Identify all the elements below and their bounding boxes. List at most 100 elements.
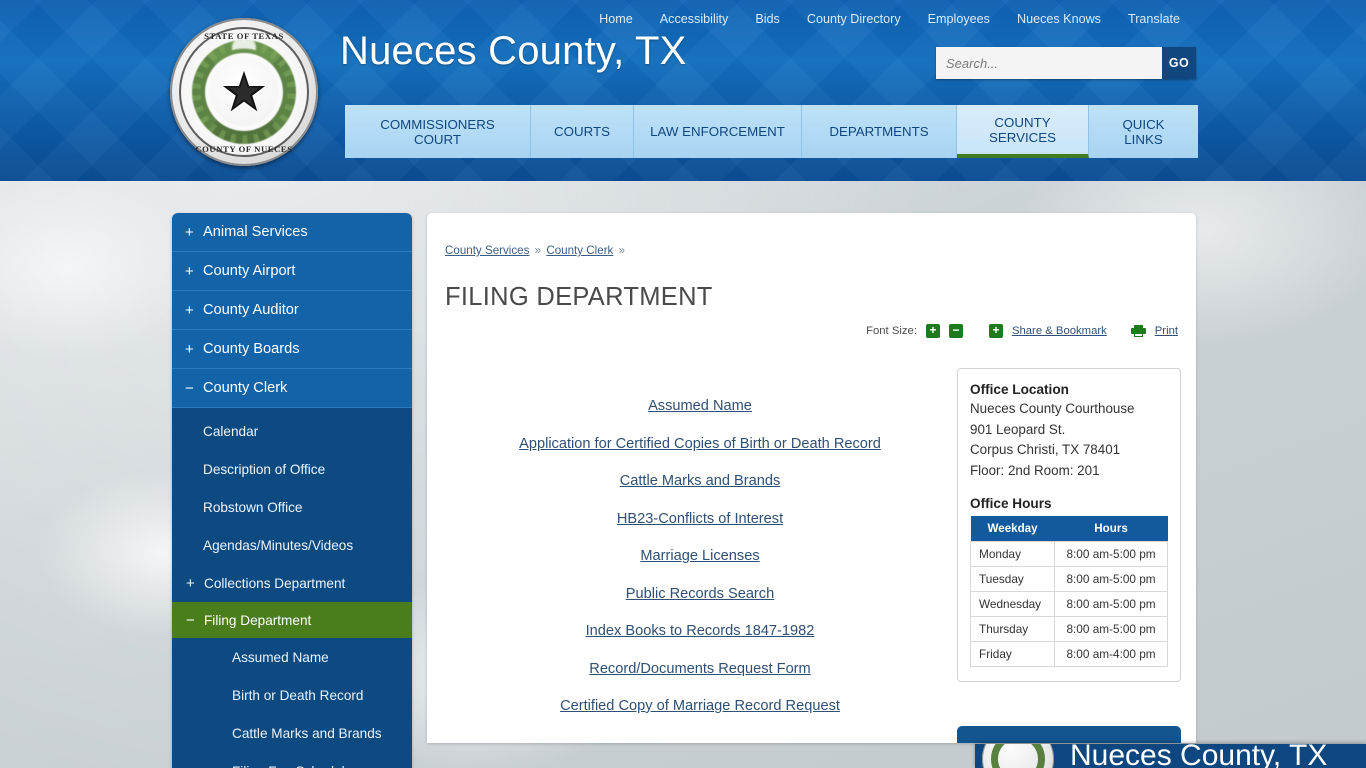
collapse-minus-icon: − <box>186 611 195 629</box>
collapse-minus-icon: − <box>185 379 194 397</box>
office-address-line-1: Nueces County Courthouse <box>970 401 1135 416</box>
top-nav-nueces-knows[interactable]: Nueces Knows <box>1017 12 1101 26</box>
nav-tab-quick-links[interactable]: QUICK LINKS <box>1089 105 1198 158</box>
top-utility-nav: Home Accessibility Bids County Directory… <box>599 12 1180 26</box>
column-header-hours: Hours <box>1054 516 1168 542</box>
sidebar-item-label: Robstown Office <box>203 499 303 515</box>
sidebar-item-animal-services[interactable]: + Animal Services <box>172 213 412 252</box>
cell-hours: 8:00 am-5:00 pm <box>1054 616 1168 642</box>
font-size-label: Font Size: <box>866 325 917 337</box>
link-cattle-marks-and-brands[interactable]: Cattle Marks and Brands <box>445 473 955 489</box>
nav-tab-courts[interactable]: COURTS <box>531 105 634 158</box>
sidebar-item-filing-fee-schedule[interactable]: Filing Fee Schedule <box>172 752 412 768</box>
top-nav-bids[interactable]: Bids <box>755 12 780 26</box>
column-header-weekday: Weekday <box>970 516 1055 542</box>
floating-bar-seal-icon: STATE OF TEXAS <box>982 744 1054 768</box>
sidebar-item-cattle-marks-and-brands[interactable]: Cattle Marks and Brands <box>172 714 412 752</box>
sidebar-item-label: County Airport <box>203 263 296 279</box>
sidebar-item-county-airport[interactable]: + County Airport <box>172 252 412 291</box>
breadcrumb-county-services[interactable]: County Services <box>445 244 529 257</box>
sidebar-item-description-of-office[interactable]: Description of Office <box>172 450 412 488</box>
county-seal-logo[interactable]: STATE OF TEXAS COUNTY OF NUECES <box>170 18 318 166</box>
cell-day: Monday <box>969 541 1056 567</box>
sidebar-item-label: Animal Services <box>203 224 308 240</box>
expand-plus-icon: + <box>185 340 194 358</box>
sidebar-item-label: Cattle Marks and Brands <box>232 725 382 741</box>
sidebar-item-county-clerk[interactable]: − County Clerk <box>172 369 412 408</box>
seal-bottom-text: COUNTY OF NUECES <box>195 144 293 154</box>
search-input[interactable] <box>936 47 1162 79</box>
search-go-button[interactable]: GO <box>1162 47 1196 79</box>
texas-star-icon <box>222 70 266 112</box>
office-location-heading: Office Location <box>970 382 1069 397</box>
table-row: Friday 8:00 am-4:00 pm <box>969 641 1168 667</box>
sidebar-item-label: Calendar <box>203 423 259 439</box>
cell-day: Thursday <box>969 616 1056 642</box>
link-certified-copy-marriage[interactable]: Certified Copy of Marriage Record Reques… <box>445 698 955 714</box>
main-navigation: COMMISSIONERS COURT COURTS LAW ENFORCEME… <box>345 105 1198 158</box>
cell-day: Friday <box>969 641 1056 667</box>
sidebar-item-birth-or-death-record[interactable]: Birth or Death Record <box>172 676 412 714</box>
link-assumed-name[interactable]: Assumed Name <box>445 398 955 414</box>
print-link[interactable]: Print <box>1155 325 1178 337</box>
main-content-panel: County Services » County Clerk » FILING … <box>427 213 1196 743</box>
breadcrumb: County Services » County Clerk » <box>445 244 627 257</box>
expand-plus-icon: + <box>185 262 194 280</box>
font-increase-icon[interactable]: + <box>925 324 940 338</box>
office-hours-heading: Office Hours <box>970 496 1052 511</box>
link-application-certified-copies[interactable]: Application for Certified Copies of Birt… <box>445 436 955 452</box>
link-index-books-to-records[interactable]: Index Books to Records 1847-1982 <box>445 623 955 639</box>
sidebar-item-robstown-office[interactable]: Robstown Office <box>172 488 412 526</box>
floating-seal-wreath <box>991 744 1045 768</box>
nav-tab-departments[interactable]: DEPARTMENTS <box>802 105 957 158</box>
sidebar-item-label: Description of Office <box>203 461 326 477</box>
site-title: Nueces County, TX <box>340 29 687 73</box>
breadcrumb-separator: » <box>618 244 626 257</box>
floating-site-bar[interactable]: STATE OF TEXAS Nueces County, TX <box>975 744 1366 768</box>
printer-icon[interactable] <box>1130 325 1146 337</box>
top-nav-home[interactable]: Home <box>599 12 633 26</box>
share-bookmark-link[interactable]: Share & Bookmark <box>1012 325 1107 337</box>
table-row: Wednesday 8:00 am-5:00 pm <box>969 591 1168 617</box>
nav-tab-law-enforcement[interactable]: LAW ENFORCEMENT <box>634 105 802 158</box>
sidebar-item-label: County Boards <box>203 341 300 357</box>
cell-day: Tuesday <box>969 566 1056 592</box>
page-tools-bar: Font Size: + − + Share & Bookmark Print <box>866 324 1178 338</box>
cell-hours: 8:00 am-5:00 pm <box>1054 566 1168 592</box>
top-nav-employees[interactable]: Employees <box>928 12 990 26</box>
link-hb23-conflicts-of-interest[interactable]: HB23-Conflicts of Interest <box>445 511 955 527</box>
sidebar-item-county-boards[interactable]: + County Boards <box>172 330 412 369</box>
sidebar-item-label: County Auditor <box>203 302 299 318</box>
link-record-documents-request[interactable]: Record/Documents Request Form <box>445 661 955 677</box>
sidebar-item-calendar[interactable]: Calendar <box>172 412 412 450</box>
left-sidebar-menu: + Animal Services + County Airport + Cou… <box>172 213 412 768</box>
share-plus-icon[interactable]: + <box>988 324 1003 338</box>
link-marriage-licenses[interactable]: Marriage Licenses <box>445 548 955 564</box>
directory-box[interactable]: DIRECTORY <box>957 726 1181 743</box>
office-address-line-2: 901 Leopard St. <box>970 421 1066 437</box>
sidebar-item-county-auditor[interactable]: + County Auditor <box>172 291 412 330</box>
floating-bar-title: Nueces County, TX <box>1070 744 1328 768</box>
directory-heading: DIRECTORY <box>971 741 1067 743</box>
nav-tab-county-services[interactable]: COUNTY SERVICES <box>957 105 1089 158</box>
link-public-records-search[interactable]: Public Records Search <box>445 586 955 602</box>
seal-top-text: STATE OF TEXAS <box>204 31 284 41</box>
font-decrease-icon[interactable]: − <box>948 324 963 338</box>
sidebar-item-filing-department[interactable]: − Filing Department <box>172 602 412 638</box>
sidebar-item-assumed-name[interactable]: Assumed Name <box>172 638 412 676</box>
cell-hours: 8:00 am-4:00 pm <box>1054 641 1168 667</box>
search-form: GO <box>936 47 1196 79</box>
expand-plus-icon: + <box>186 574 195 592</box>
table-row: Thursday 8:00 am-5:00 pm <box>969 616 1168 642</box>
table-row: Tuesday 8:00 am-5:00 pm <box>969 566 1168 592</box>
top-nav-translate[interactable]: Translate <box>1128 12 1180 26</box>
sidebar-item-agendas-minutes-videos[interactable]: Agendas/Minutes/Videos <box>172 526 412 564</box>
expand-plus-icon: + <box>185 223 194 241</box>
nav-tab-commissioners-court[interactable]: COMMISSIONERS COURT <box>345 105 531 158</box>
top-nav-accessibility[interactable]: Accessibility <box>660 12 729 26</box>
breadcrumb-county-clerk[interactable]: County Clerk <box>546 244 613 257</box>
top-nav-county-directory[interactable]: County Directory <box>807 12 901 26</box>
office-info-box: Office Location Nueces County Courthouse… <box>957 368 1181 682</box>
table-row: Monday 8:00 am-5:00 pm <box>969 541 1168 567</box>
sidebar-item-collections-department[interactable]: + Collections Department <box>172 564 412 602</box>
